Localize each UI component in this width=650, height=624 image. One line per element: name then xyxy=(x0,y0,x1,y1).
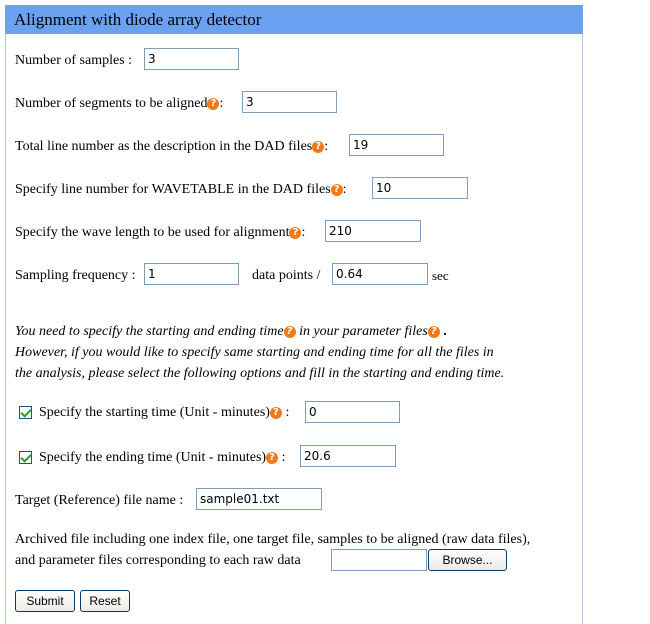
title-bar: Alignment with diode array detector xyxy=(5,5,583,34)
num-segments-input[interactable] xyxy=(242,91,337,113)
sampling-label: Sampling frequency : xyxy=(15,268,136,283)
total-line-row: Total line number as the description in … xyxy=(15,139,329,154)
note-line-3: the analysis, please select the followin… xyxy=(15,366,505,381)
help-icon[interactable]: ? xyxy=(207,98,220,110)
archive-line-2: and parameter files corresponding to eac… xyxy=(15,553,301,568)
end-time-row: Specify the ending time (Unit - minutes)… xyxy=(39,450,286,465)
total-line-label: Total line number as the description in … xyxy=(15,139,313,154)
submit-button[interactable]: Submit xyxy=(15,590,75,612)
sec-unit-label: sec xyxy=(432,268,449,283)
reset-button[interactable]: Reset xyxy=(80,590,130,612)
help-icon[interactable]: ? xyxy=(289,227,302,239)
wavetable-input[interactable] xyxy=(372,177,468,199)
end-time-label: Specify the ending time (Unit - minutes) xyxy=(39,450,267,465)
target-file-label: Target (Reference) file name : xyxy=(15,493,184,508)
help-icon[interactable]: ? xyxy=(266,452,279,464)
wave-length-label: Specify the wave length to be used for a… xyxy=(15,225,290,240)
archive-file-input[interactable] xyxy=(331,549,427,571)
target-file-input[interactable] xyxy=(196,488,322,510)
start-time-input[interactable] xyxy=(305,401,400,423)
end-time-checkbox[interactable] xyxy=(19,451,32,464)
wavetable-row: Specify line number for WAVETABLE in the… xyxy=(15,182,347,197)
help-icon[interactable]: ? xyxy=(283,326,296,338)
sampling-frequency-input[interactable] xyxy=(144,263,239,285)
num-samples-label: Number of samples : xyxy=(15,53,133,68)
wave-length-row: Specify the wave length to be used for a… xyxy=(15,225,306,240)
sampling-seconds-input[interactable] xyxy=(332,263,428,285)
start-time-row: Specify the starting time (Unit - minute… xyxy=(39,405,290,420)
page-title: Alignment with diode array detector xyxy=(14,10,262,29)
browse-button[interactable]: Browse... xyxy=(428,549,507,571)
end-time-input[interactable] xyxy=(300,445,396,467)
start-time-checkbox[interactable] xyxy=(19,406,32,419)
num-samples-input[interactable] xyxy=(144,48,239,70)
help-icon[interactable]: ? xyxy=(312,141,325,153)
archive-line-1: Archived file including one index file, … xyxy=(15,532,531,547)
help-icon[interactable]: ? xyxy=(330,184,343,196)
note-line-2: However, if you would like to specify sa… xyxy=(15,345,494,360)
data-points-label: data points / xyxy=(252,268,321,283)
wavetable-label: Specify line number for WAVETABLE in the… xyxy=(15,182,331,197)
help-icon[interactable]: ? xyxy=(427,326,440,338)
wave-length-input[interactable] xyxy=(325,220,421,242)
help-icon[interactable]: ? xyxy=(269,407,282,419)
total-line-input[interactable] xyxy=(349,134,444,156)
note-line-1: You need to specify the starting and end… xyxy=(15,324,447,339)
num-segments-label: Number of segments to be aligned xyxy=(15,96,208,111)
start-time-label: Specify the starting time (Unit - minute… xyxy=(39,405,270,420)
num-segments-row: Number of segments to be aligned?: xyxy=(15,96,224,111)
